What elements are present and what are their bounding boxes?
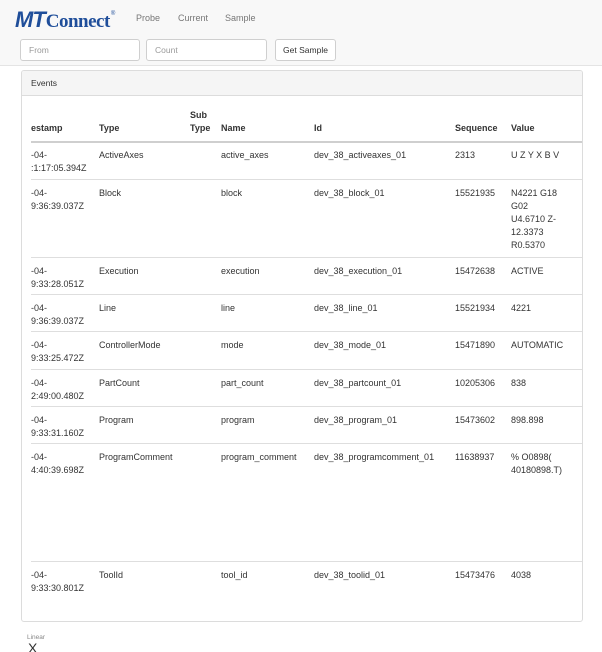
events-panel-title: Events [22, 71, 582, 96]
nav-probe[interactable]: Probe [136, 13, 160, 23]
cell-timestamp: -04- 4:40:39.698Z [31, 452, 85, 475]
cell-sequence: 2313 [455, 150, 476, 160]
events-table: estamp Type Sub Type Name Id Sequence Value -04-… [0, 95, 602, 622]
cell-id: dev_38_mode_01 [314, 340, 387, 350]
cell-value: N4221 G18 G02 U4.6710 Z- 12.3373 R0.5370 [511, 188, 558, 250]
nav-sample[interactable]: Sample [225, 13, 256, 23]
cell-timestamp: -04-:1:17:05.394Z [31, 150, 87, 173]
mtconnect-logo[interactable]: MT Connect ® [15, 7, 115, 33]
row-divider [31, 294, 582, 295]
cell-name: program_comment [221, 452, 297, 462]
cell-id: dev_38_line_01 [314, 303, 378, 313]
cell-type: Program [99, 415, 134, 425]
cell-name: program [221, 415, 255, 425]
header-subtype: Sub Type [190, 110, 211, 133]
header-value: Value [511, 123, 535, 133]
cell-sequence: 11638937 [455, 452, 495, 462]
cell-timestamp: -04- 9:33:31.160Z [31, 415, 85, 438]
from-input[interactable] [20, 39, 140, 61]
cell-type: PartCount [99, 378, 140, 388]
cell-sequence: 10205306 [455, 378, 496, 388]
cell-id: dev_38_execution_01 [314, 266, 403, 276]
row-divider [31, 443, 582, 444]
header-timestamp: estamp [31, 123, 63, 133]
cell-value: 898.898 [511, 415, 544, 425]
cell-name: active_axes [221, 150, 269, 160]
logo-mt: MT [15, 7, 46, 32]
cell-id: dev_38_toolid_01 [314, 570, 386, 580]
cell-timestamp: -04- 2:49:00.480Z [31, 378, 85, 401]
cell-value: U Z Y X B V [511, 150, 560, 160]
cell-name: mode [221, 340, 244, 350]
row-divider [31, 179, 582, 180]
cell-id: dev_38_programcomment_01 [314, 452, 435, 462]
cell-type: Execution [99, 266, 139, 276]
row-divider [31, 331, 582, 332]
row-divider [31, 369, 582, 370]
cell-value: 838 [511, 378, 527, 388]
cell-name: line [221, 303, 236, 313]
cell-timestamp: -04- 9:36:39.037Z [31, 188, 85, 211]
header-divider [31, 141, 582, 143]
cell-type: Block [99, 188, 122, 198]
cell-id: dev_38_activeaxes_01 [314, 150, 407, 160]
cell-name: block [221, 188, 243, 198]
header-sequence: Sequence [455, 123, 498, 133]
cell-type: ActiveAxes [99, 150, 144, 160]
cell-timestamp: -04- 9:33:25.472Z [31, 340, 85, 363]
row-divider [31, 406, 582, 407]
cell-timestamp: -04- 9:33:30.801Z [31, 570, 85, 593]
cell-sequence: 15471890 [455, 340, 496, 350]
cell-value: % O0898(40180898.T) [511, 452, 563, 475]
cell-value: ACTIVE [511, 266, 544, 276]
cell-sequence: 15521934 [455, 303, 496, 313]
cell-type: ToolId [99, 570, 124, 580]
cell-name: execution [221, 266, 260, 276]
cell-value: 4221 [511, 303, 532, 313]
count-input[interactable] [146, 39, 267, 61]
get-sample-button[interactable]: Get Sample [275, 39, 336, 61]
linear-axis-x: X [28, 640, 38, 652]
cell-value: AUTOMATIC [511, 340, 564, 350]
cell-type: ProgramComment [99, 452, 173, 462]
cell-sequence: 15473476 [455, 570, 496, 580]
cell-type: ControllerMode [99, 340, 161, 350]
row-divider [31, 561, 582, 562]
cell-sequence: 15473602 [455, 415, 496, 425]
cell-id: dev_38_program_01 [314, 415, 398, 425]
cell-timestamp: -04- 9:33:28.051Z [31, 266, 85, 289]
cell-sequence: 15472638 [455, 266, 496, 276]
navbar: MT Connect ® Probe Current Sample Get Sa… [0, 0, 602, 66]
logo-registered-mark: ® [110, 11, 116, 17]
cell-type: Line [99, 303, 117, 313]
header-id: Id [314, 123, 322, 133]
row-divider [31, 257, 582, 258]
cell-sequence: 15521935 [455, 188, 496, 198]
cell-timestamp: -04- 9:36:39.037Z [31, 303, 85, 326]
cell-name: part_count [221, 378, 264, 388]
cell-value: 4038 [511, 570, 532, 580]
cell-id: dev_38_block_01 [314, 188, 385, 198]
cell-id: dev_38_partcount_01 [314, 378, 402, 388]
header-name: Name [221, 123, 246, 133]
header-type: Type [99, 123, 120, 133]
logo-connect: Connect [45, 11, 111, 32]
cell-name: tool_id [221, 570, 248, 580]
nav-current[interactable]: Current [178, 13, 208, 23]
